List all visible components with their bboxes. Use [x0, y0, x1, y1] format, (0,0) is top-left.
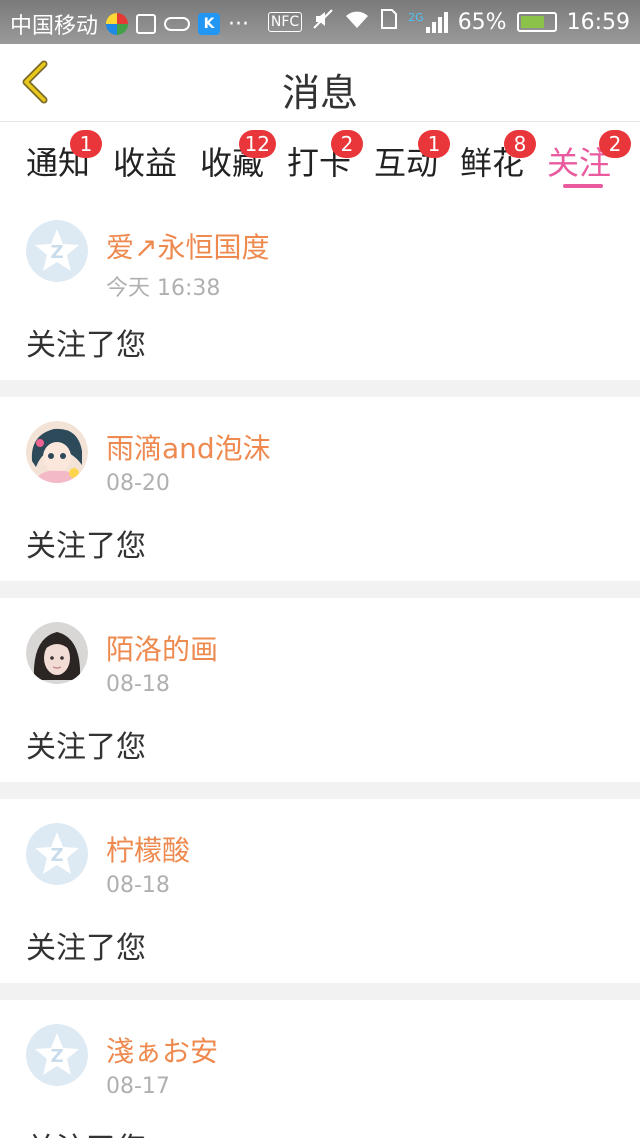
list-item[interactable]: Z 淺ぁお安 08-17 关注了您 [0, 1000, 640, 1138]
page-title: 消息 [281, 71, 358, 115]
wifi-icon [344, 8, 370, 36]
avatar[interactable]: Z [26, 220, 88, 282]
signal-icon: 2G [408, 11, 448, 33]
unread-badge: 12 [238, 130, 277, 158]
photo-girl-avatar-image [26, 622, 88, 684]
avatar[interactable] [26, 622, 88, 684]
anime-girl-avatar-image [26, 421, 88, 483]
message-text: 关注了您 [26, 529, 146, 564]
user-name[interactable]: 柠檬酸 [106, 829, 190, 869]
default-avatar-star-icon: Z [26, 1024, 88, 1086]
app-header: 消息 [0, 44, 640, 122]
message-list: Z 爱↗永恒国度 今天 16:38 关注了您 雨滴and泡沫 08-20 关注了… [0, 196, 640, 1138]
nfc-icon: NFC [267, 12, 303, 32]
message-time: 今天 16:38 [106, 276, 221, 301]
message-text: 关注了您 [26, 328, 146, 363]
unread-badge: 2 [599, 130, 632, 158]
avatar[interactable]: Z [26, 1024, 88, 1086]
user-name[interactable]: 淺ぁお安 [106, 1030, 218, 1070]
message-text: 关注了您 [26, 931, 146, 966]
default-avatar-star-icon: Z [26, 823, 88, 885]
message-time: 08-18 [106, 873, 170, 898]
divider [0, 380, 640, 397]
list-item[interactable]: 雨滴and泡沫 08-20 关注了您 [0, 397, 640, 581]
message-time: 08-20 [106, 471, 170, 496]
tab-favorites[interactable]: 收藏 12 [200, 130, 277, 184]
message-time: 08-18 [106, 672, 170, 697]
more-notifications-icon: ··· [228, 11, 249, 37]
battery-icon [516, 12, 557, 32]
unread-badge: 8 [504, 130, 537, 158]
tab-notifications[interactable]: 通知 1 [26, 130, 103, 184]
user-name[interactable]: 爱↗永恒国度 [106, 226, 269, 266]
clock: 16:59 [566, 9, 630, 35]
svg-text:Z: Z [50, 1046, 63, 1067]
list-item[interactable]: Z 柠檬酸 08-18 关注了您 [0, 799, 640, 983]
mute-icon [312, 8, 334, 36]
unread-badge: 1 [70, 130, 103, 158]
avatar[interactable]: Z [26, 823, 88, 885]
message-text: 关注了您 [26, 1124, 146, 1138]
carrier-label: 中国移动 [10, 14, 99, 39]
tab-flowers[interactable]: 鲜花 8 [460, 130, 537, 184]
user-name[interactable]: 雨滴and泡沫 [106, 427, 271, 467]
divider [0, 782, 640, 799]
cloud-icon [164, 17, 191, 31]
default-avatar-star-icon: Z [26, 220, 88, 282]
svg-text:Z: Z [50, 242, 63, 263]
network-type-label: 2G [408, 11, 424, 24]
active-tab-indicator [563, 184, 604, 188]
unread-badge: 2 [331, 130, 364, 158]
message-time: 08-17 [106, 1074, 170, 1099]
svg-text:Z: Z [50, 845, 63, 866]
gallery-icon [136, 14, 157, 34]
k-app-icon: K [198, 13, 221, 35]
user-name[interactable]: 陌洛的画 [106, 628, 218, 668]
status-bar: 中国移动 K ··· NFC 2G 65% 16:59 [0, 0, 640, 44]
tab-earnings[interactable]: 收益 [113, 138, 177, 184]
list-item[interactable]: 陌洛的画 08-18 关注了您 [0, 598, 640, 782]
list-item[interactable]: Z 爱↗永恒国度 今天 16:38 关注了您 [0, 196, 640, 380]
tab-checkin[interactable]: 打卡 2 [287, 130, 364, 184]
divider [0, 581, 640, 598]
browser-app-icon [106, 13, 129, 35]
tab-label: 收益 [113, 144, 178, 182]
message-text: 关注了您 [26, 730, 146, 765]
battery-percent: 65% [457, 9, 507, 35]
unread-badge: 1 [418, 130, 451, 158]
divider [0, 983, 640, 1000]
tab-interactions[interactable]: 互动 1 [374, 130, 451, 184]
tab-follows[interactable]: 关注 2 [547, 130, 632, 188]
avatar[interactable] [26, 421, 88, 483]
tab-bar: 通知 1 收益 收藏 12 打卡 2 互动 1 鲜花 8 关注 2 [0, 122, 640, 196]
sim-icon [380, 8, 398, 36]
